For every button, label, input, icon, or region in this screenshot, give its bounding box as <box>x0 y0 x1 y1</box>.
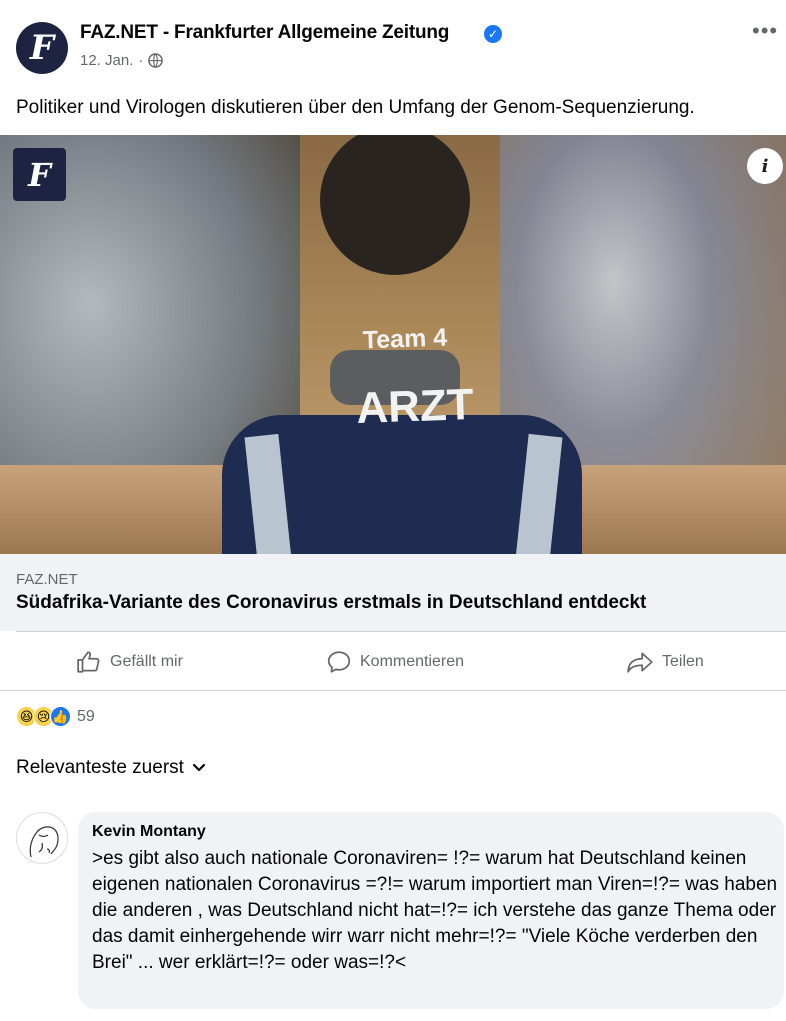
avatar-letter: F <box>29 28 55 68</box>
page-name[interactable]: FAZ.NET - Frankfurter Allgemeine Zeitung <box>80 22 449 44</box>
meta-separator: · <box>138 52 144 69</box>
post-header: F FAZ.NET - Frankfurter Allgemeine Zeitu… <box>0 0 786 90</box>
commenter-avatar[interactable] <box>16 812 68 864</box>
like-reaction-icon: 👍 <box>50 706 71 727</box>
badge-letter: F <box>28 155 51 194</box>
post-text: Politiker und Virologen diskutieren über… <box>16 97 695 118</box>
comment-sort-dropdown[interactable]: Relevanteste zuerst <box>16 757 206 779</box>
sketch-face-icon <box>29 826 59 858</box>
photo-person-head <box>320 135 470 275</box>
more-options-icon[interactable]: ••• <box>752 20 778 42</box>
reactions-summary[interactable]: 😆 😢 👍 59 <box>16 706 95 727</box>
link-domain: FAZ.NET <box>16 571 78 588</box>
reaction-count: 59 <box>77 707 95 725</box>
sort-label: Relevanteste zuerst <box>16 757 184 778</box>
post-date[interactable]: 12. Jan. <box>80 52 133 69</box>
like-label: Gefällt mir <box>110 653 183 670</box>
comment-label: Kommentieren <box>360 653 465 670</box>
comment-bubble: Kevin Montany >es gibt also auch nationa… <box>78 812 784 1009</box>
share-label: Teilen <box>662 653 704 670</box>
comment-button[interactable]: Kommentieren <box>326 640 464 684</box>
photo-vest-text-team: Team 4 <box>362 323 448 355</box>
like-button[interactable]: Gefällt mir <box>76 640 183 684</box>
chevron-down-icon <box>192 763 206 772</box>
action-bar: Gefällt mir Kommentieren Teilen <box>0 640 786 684</box>
page-avatar[interactable]: F <box>16 22 68 74</box>
photo-vest-text-arzt: ARZT <box>355 379 475 434</box>
thumbs-up-icon <box>77 651 100 673</box>
faz-logo-badge: F <box>13 148 66 201</box>
comment-author[interactable]: Kevin Montany <box>92 823 206 841</box>
info-icon[interactable]: i <box>747 148 783 184</box>
post-meta: 12. Jan. · <box>80 52 164 69</box>
share-button[interactable]: Teilen <box>626 640 704 684</box>
link-title[interactable]: Südafrika-Variante des Coronavirus erstm… <box>16 592 646 614</box>
divider-bottom <box>0 690 786 691</box>
speech-bubble-icon <box>327 651 351 673</box>
verified-check-icon: ✓ <box>484 25 502 43</box>
comment-text: >es gibt also auch nationale Coronaviren… <box>92 848 778 973</box>
globe-icon <box>148 53 164 68</box>
divider-top <box>16 631 786 632</box>
share-arrow-icon <box>627 652 653 673</box>
